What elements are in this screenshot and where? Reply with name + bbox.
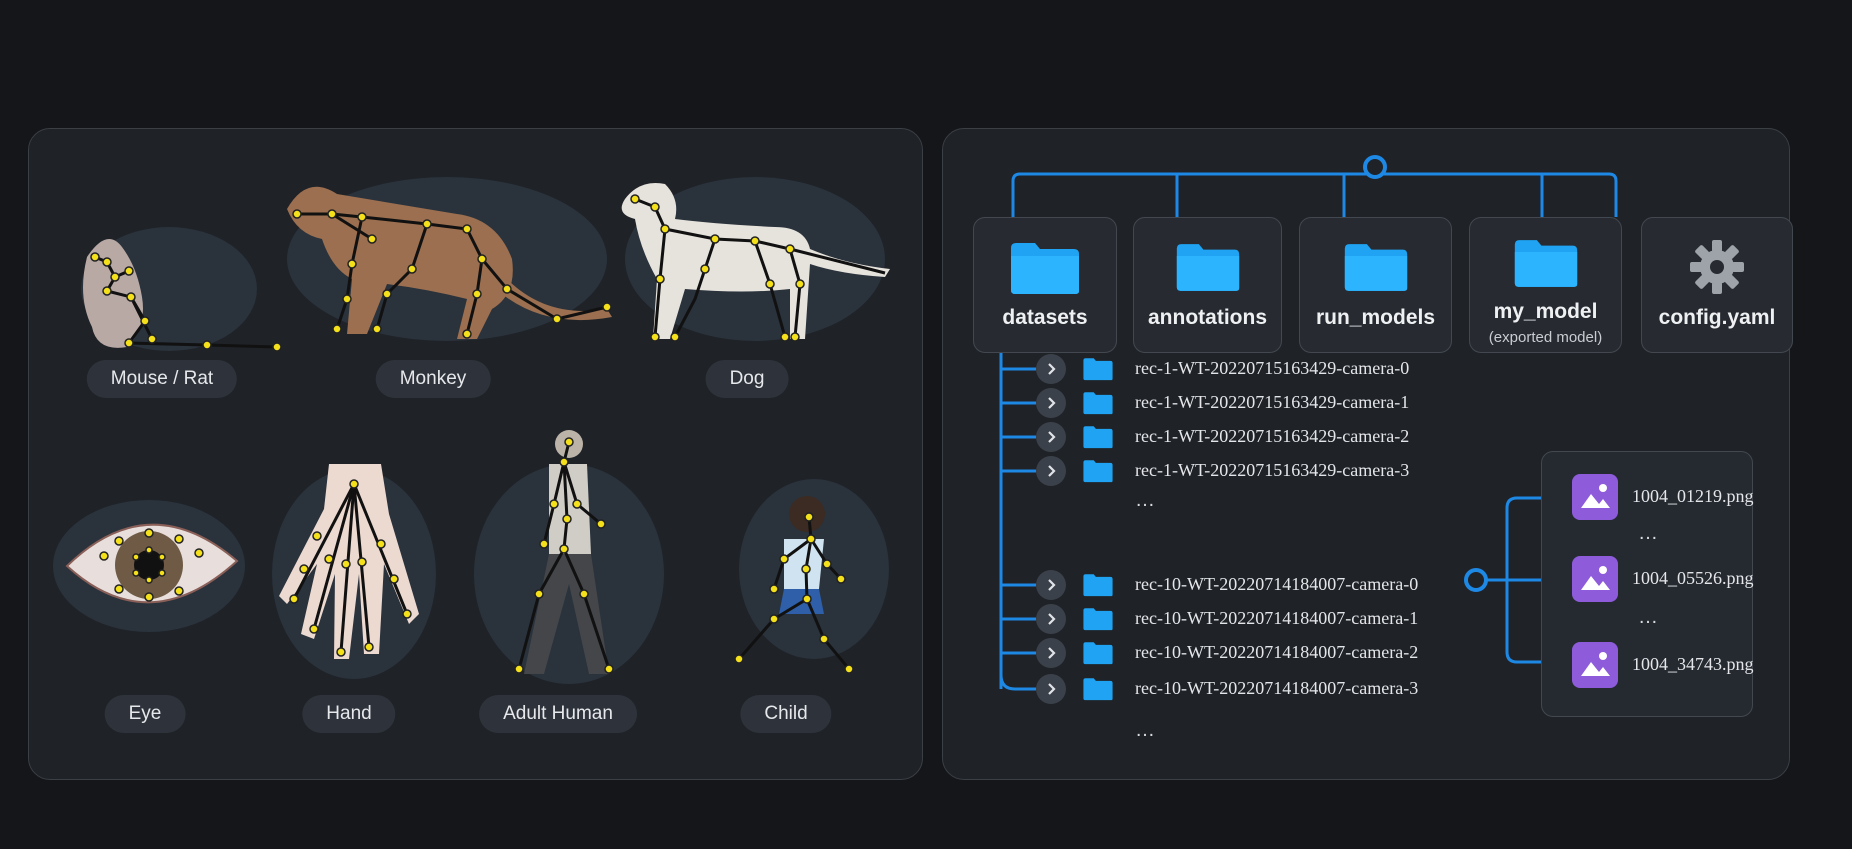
folder-card-annotations[interactable]: annotations bbox=[1133, 217, 1282, 353]
folder-icon bbox=[1083, 358, 1113, 381]
folder-label: datasets bbox=[1002, 306, 1088, 329]
ellipsis: … bbox=[1135, 719, 1156, 741]
folder-card-config[interactable]: config.yaml bbox=[1641, 217, 1793, 353]
pose-label-eye: Eye bbox=[104, 695, 186, 733]
chevron-right-icon[interactable] bbox=[1036, 570, 1066, 600]
hand-figure bbox=[269, 464, 439, 689]
mouse-rat-figure bbox=[67, 217, 287, 367]
pose-label-mouse-rat: Mouse / Rat bbox=[86, 360, 238, 398]
folder-icon bbox=[1083, 642, 1113, 665]
folder-icon bbox=[1176, 244, 1239, 291]
image-icon bbox=[1572, 474, 1618, 520]
folder-icon bbox=[1083, 426, 1113, 449]
folder-icon bbox=[1344, 244, 1407, 291]
image-file-name: 1004_34743.png bbox=[1632, 654, 1754, 674]
chevron-right-icon[interactable] bbox=[1036, 456, 1066, 486]
ellipsis: … bbox=[1638, 606, 1659, 628]
chevron-right-icon[interactable] bbox=[1036, 604, 1066, 634]
image-file-name: 1004_05526.png bbox=[1632, 568, 1754, 588]
folder-icon bbox=[1083, 608, 1113, 631]
recording-name: rec-1-WT-20220715163429-camera-2 bbox=[1135, 426, 1410, 446]
folder-icon bbox=[1083, 678, 1113, 701]
folder-card-my-model[interactable]: my_model (exported model) bbox=[1469, 217, 1622, 353]
eye-figure bbox=[49, 491, 249, 641]
image-files-box: 1004_01219.png … 1004_05526.png … 1004_3… bbox=[1541, 451, 1754, 717]
recording-name: rec-1-WT-20220715163429-camera-0 bbox=[1135, 358, 1410, 378]
dog-figure bbox=[595, 169, 895, 349]
adult-human-figure bbox=[469, 424, 669, 689]
recording-name: rec-1-WT-20220715163429-camera-1 bbox=[1135, 392, 1410, 412]
folder-card-run-models[interactable]: run_models bbox=[1299, 217, 1452, 353]
folder-icon bbox=[1514, 240, 1577, 287]
gear-icon bbox=[1690, 240, 1744, 294]
folder-label: config.yaml bbox=[1658, 306, 1776, 329]
folder-icon bbox=[1011, 243, 1079, 294]
folder-label: run_models bbox=[1315, 306, 1436, 329]
project-structure-panel: datasets annotations run_models my_model… bbox=[942, 128, 1793, 780]
ellipsis: … bbox=[1638, 522, 1659, 544]
image-file-name: 1004_01219.png bbox=[1632, 486, 1754, 506]
ellipsis: … bbox=[1135, 489, 1156, 511]
folder-sublabel: (exported model) bbox=[1488, 329, 1603, 346]
pose-label-monkey: Monkey bbox=[375, 360, 491, 398]
child-figure bbox=[699, 469, 889, 689]
monkey-figure bbox=[277, 169, 637, 349]
chevron-right-icon[interactable] bbox=[1036, 388, 1066, 418]
image-icon bbox=[1572, 556, 1618, 602]
recording-name: rec-10-WT-20220714184007-camera-3 bbox=[1135, 678, 1419, 698]
pose-label-hand: Hand bbox=[302, 695, 396, 733]
pose-subjects-panel: Mouse / Rat Monkey Dog Eye Hand Adult Hu… bbox=[28, 128, 923, 780]
folder-label: annotations bbox=[1148, 306, 1267, 329]
recording-name: rec-10-WT-20220714184007-camera-0 bbox=[1135, 574, 1419, 594]
chevron-right-icon[interactable] bbox=[1036, 674, 1066, 704]
pose-label-dog: Dog bbox=[705, 360, 789, 398]
chevron-right-icon[interactable] bbox=[1036, 354, 1066, 384]
folder-label: my_model bbox=[1493, 300, 1598, 323]
recording-name: rec-1-WT-20220715163429-camera-3 bbox=[1135, 460, 1410, 480]
folder-icon bbox=[1083, 392, 1113, 415]
pose-label-child: Child bbox=[740, 695, 832, 733]
recording-name: rec-10-WT-20220714184007-camera-2 bbox=[1135, 642, 1419, 662]
folder-card-datasets[interactable]: datasets bbox=[973, 217, 1117, 353]
folder-icon bbox=[1083, 574, 1113, 597]
pose-label-adult-human: Adult Human bbox=[479, 695, 637, 733]
chevron-right-icon[interactable] bbox=[1036, 422, 1066, 452]
image-icon bbox=[1572, 642, 1618, 688]
chevron-right-icon[interactable] bbox=[1036, 638, 1066, 668]
folder-icon bbox=[1083, 460, 1113, 483]
recording-name: rec-10-WT-20220714184007-camera-1 bbox=[1135, 608, 1419, 628]
